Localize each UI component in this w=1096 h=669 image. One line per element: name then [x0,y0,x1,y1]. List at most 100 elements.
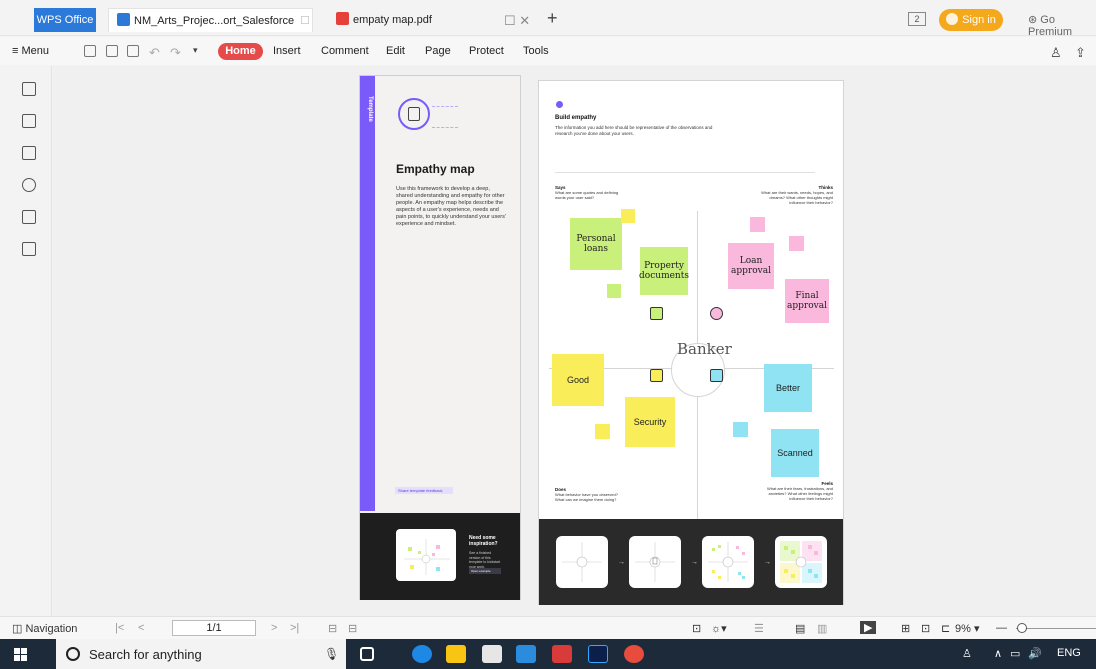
photoshop-icon[interactable] [588,645,608,663]
feels-quadrant-icon [710,369,723,382]
step-4-preview [780,541,822,583]
menu-label: Menu [21,45,50,57]
tab-protect[interactable]: Protect [469,45,504,57]
word-doc-icon [117,13,130,26]
attachment-icon[interactable] [22,178,36,192]
prev-page-icon[interactable]: < [138,622,144,634]
feedback-link[interactable]: Share template feedback [395,487,453,494]
redo-icon[interactable]: ↷ [170,45,181,61]
fit-page-icon[interactable]: ⊡ [921,622,930,635]
tab-insert[interactable]: Insert [273,45,301,57]
close-tab-icon[interactable]: ☐ ✕ [504,13,530,29]
read-aloud-icon[interactable]: ⊡ [692,622,701,635]
collaborate-icon[interactable]: ♙ [1050,45,1062,61]
continuous-page-icon[interactable]: ▤ [795,622,805,635]
sticky-note-blank[interactable] [607,284,621,298]
actual-size-icon[interactable]: ⊞ [901,622,910,635]
dual-page-icon[interactable]: ▥ [817,622,827,635]
open-example-button[interactable]: Open example [469,568,501,574]
thinks-body: What are their wants, needs, hopes, and … [761,190,833,205]
go-premium-button[interactable]: ⊛ Go Premium [1028,13,1096,38]
example-preview [404,539,450,575]
sticky-note-property-documents[interactable]: Property documents [639,247,689,295]
task-view-icon[interactable] [360,647,374,661]
sticky-note-loan-approval[interactable]: Loan approval [728,243,774,289]
new-tab-icon[interactable]: + [547,8,558,29]
tab-home[interactable]: Home [218,43,263,60]
file-explorer-icon[interactable] [446,645,466,663]
undo-icon[interactable]: ↶ [149,45,160,61]
tab-tools[interactable]: Tools [523,45,549,57]
thumbnail-icon[interactable] [22,114,36,128]
save-icon[interactable] [106,45,118,57]
ribbon-menu: ≡ Menu ↶ ↷ ▾ Home Insert Comment Edit Pa… [0,37,1096,65]
sticky-note-security[interactable]: Security [625,397,675,447]
sign-in-button[interactable]: Sign in [939,9,1003,31]
zoom-select[interactable]: 9% ▾ [955,622,979,635]
template-band [360,76,375,511]
volume-icon[interactable]: 🔊 [1028,647,1042,660]
navigation-button[interactable]: ◫ Navigation [12,622,77,635]
says-quadrant-icon [650,307,663,320]
sticky-note-blank[interactable] [595,424,610,439]
tab-edit[interactable]: Edit [386,45,405,57]
sticky-note-final-approval[interactable]: Final approval [785,279,829,323]
play-icon[interactable]: ▶ [860,621,877,634]
single-page-icon[interactable]: ☰ [754,622,764,635]
first-page-icon[interactable]: |< [115,622,124,634]
zoom-value: 9% [955,623,971,635]
sticky-note-good[interactable]: Good [552,354,604,406]
taskbar-search[interactable]: Search for anything 🎙 [56,639,346,669]
zoom-slider-track[interactable] [1016,628,1096,629]
zoom-out-icon[interactable]: — [996,622,1007,634]
left-sidebar [0,66,52,616]
sticky-note-personal-loans[interactable]: Personal loans [570,218,622,270]
tab-comment[interactable]: Comment [321,45,369,57]
tab-wps-office[interactable]: WPS Office [34,8,96,32]
last-page-icon[interactable]: >| [290,622,299,634]
open-folder-icon[interactable] [84,45,96,57]
zoom-slider-handle[interactable] [1017,623,1027,633]
window-count-badge[interactable]: 2 [908,12,926,26]
signature-icon[interactable] [22,210,36,224]
fit-width-icon[interactable]: ⊏ [941,622,950,635]
windows-start-icon[interactable] [14,648,27,661]
share-icon[interactable]: ⇪ [1075,45,1086,61]
wps-icon[interactable] [552,645,572,663]
mail-icon[interactable] [516,645,536,663]
next-page-icon[interactable]: > [271,622,277,634]
people-icon[interactable]: ♙ [962,647,972,660]
pdf-page-2: Build empathy The information you add he… [538,80,844,605]
print-icon[interactable] [127,45,139,57]
page-number-input[interactable]: 1/1 [172,620,256,636]
rotate-right-icon[interactable]: ⊟ [348,622,357,635]
thinks-quadrant-icon [710,307,723,320]
tray-chevron-icon[interactable]: ∧ [994,647,1002,660]
tab-page[interactable]: Page [425,45,451,57]
sticky-note-blank[interactable] [789,236,804,251]
taskbar-search-placeholder: Search for anything [89,647,202,662]
extract-icon[interactable] [22,242,36,256]
network-icon[interactable]: ▭ [1010,647,1020,660]
sticky-note-blank[interactable] [733,422,748,437]
tab-document-salesforce[interactable]: NM_Arts_Projec...ort_Salesforce☐ • [108,8,313,51]
cortana-icon [66,647,80,661]
store-icon[interactable] [482,645,502,663]
comment-icon[interactable] [22,146,36,160]
sticky-note-scanned[interactable]: Scanned [771,429,819,477]
sticky-note-blank[interactable] [750,217,765,232]
example-thumbnail [396,529,456,581]
rotate-left-icon[interactable]: ⊟ [328,622,337,635]
sticky-note-blank[interactable] [621,209,635,223]
status-bar: ◫ Navigation |< < 1/1 > >| ⊟ ⊟ ⊡ ☼▾ ☰ ▤ … [0,616,1096,639]
sticky-note-better[interactable]: Better [764,364,812,412]
language-indicator[interactable]: ENG [1057,647,1081,659]
microphone-icon[interactable]: 🎙 [324,647,339,661]
pdf-icon [336,12,349,25]
chevron-down-icon[interactable]: ▾ [193,45,198,56]
chrome-icon[interactable] [624,645,644,663]
menu-button[interactable]: ≡ Menu [12,45,49,57]
edge-icon[interactable] [412,645,432,663]
eye-protection-icon[interactable]: ☼▾ [711,622,727,635]
bookmark-icon[interactable] [22,82,36,96]
